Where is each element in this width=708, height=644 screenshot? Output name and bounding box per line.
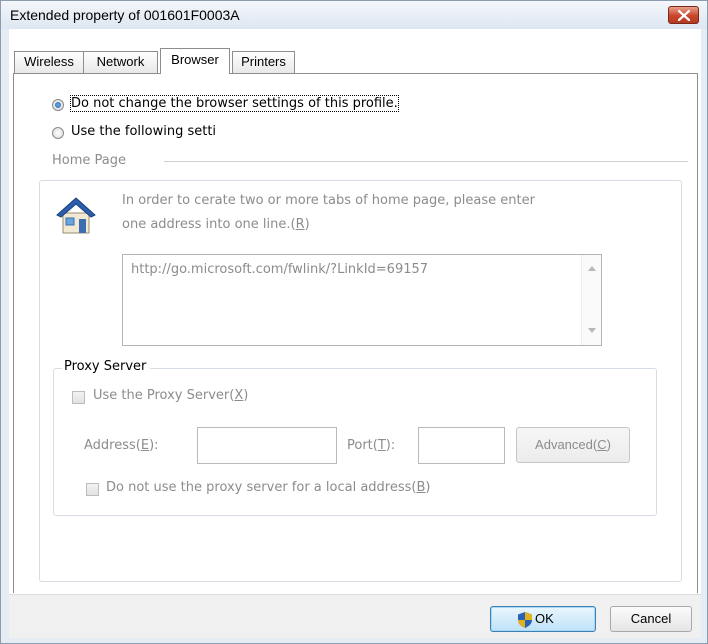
cancel-button[interactable]: Cancel [610,606,692,632]
use-proxy-checkbox[interactable] [72,391,85,404]
advanced-button[interactable]: Advanced(C) [516,427,630,463]
bypass-local-label: Do not use the proxy server for a local … [106,480,431,495]
radio-use-following-label[interactable]: Use the following setti [71,124,216,139]
proxy-port-label: Port(T): [347,438,396,453]
proxy-address-input[interactable] [197,427,337,464]
bypass-local-checkbox[interactable] [86,483,99,496]
home-page-instruction-line1: In order to cerate two or more tabs of h… [122,193,535,208]
proxy-server-group-label: Proxy Server [62,359,151,374]
radio-no-change-label[interactable]: Do not change the browser settings of th… [70,95,399,112]
home-page-url-textarea[interactable]: http://go.microsoft.com/fwlink/?LinkId=6… [122,254,602,346]
window-title: Extended property of 001601F0003A [10,7,240,23]
home-icon [56,197,96,234]
dialog-body: Wireless Network Browser Printers Do not… [9,29,701,638]
radio-use-following[interactable] [52,127,64,139]
ok-button-label: OK [535,611,554,626]
tab-printers[interactable]: Printers [232,51,295,73]
scroll-up-icon[interactable] [588,265,596,271]
proxy-port-input[interactable] [418,427,505,464]
tab-browser[interactable]: Browser [160,48,230,74]
radio-no-change[interactable] [52,99,64,111]
home-page-url-value: http://go.microsoft.com/fwlink/?LinkId=6… [131,262,429,277]
ok-button[interactable]: OK [490,606,596,632]
close-button[interactable] [668,6,699,24]
scroll-down-icon[interactable] [588,328,596,334]
close-icon [678,10,690,21]
uac-shield-icon [518,612,532,628]
proxy-address-label: Address(E): [84,438,159,453]
home-page-instruction-line2: one address into one line.(R) [122,217,310,232]
title-bar: Extended property of 001601F0003A [1,1,707,29]
tab-network[interactable]: Network [83,51,158,73]
home-page-url-scrollbar[interactable] [581,255,601,345]
tab-wireless[interactable]: Wireless [14,51,84,73]
dialog-footer: OK Cancel [9,594,701,638]
browser-tab-panel: Do not change the browser settings of th… [13,73,698,593]
home-page-divider [164,161,688,162]
home-page-group-label: Home Page [52,153,126,168]
use-proxy-label: Use the Proxy Server(X) [93,388,249,403]
dialog-window: Extended property of 001601F0003A Wirele… [0,0,708,644]
